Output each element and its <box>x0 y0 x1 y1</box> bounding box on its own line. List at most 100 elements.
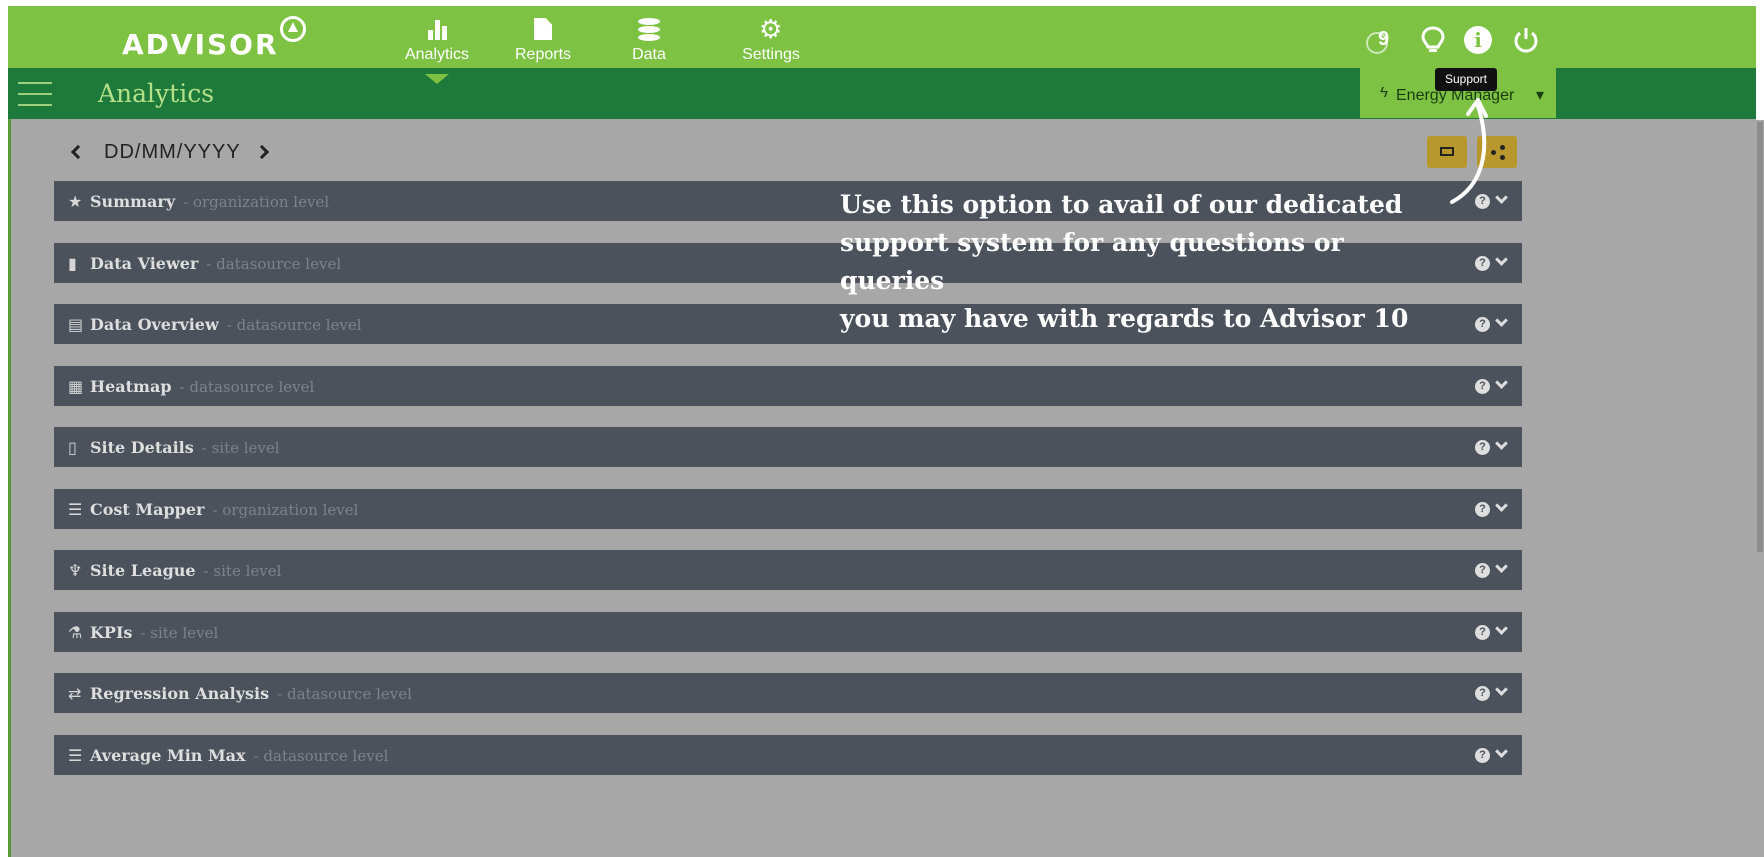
nav-data[interactable]: Data <box>604 14 694 74</box>
logo[interactable]: ADVISOR <box>122 28 279 61</box>
panel-icon: ★ <box>68 192 83 211</box>
panel-site-league[interactable]: ♆ Site League - site level? <box>54 550 1522 590</box>
nav-data-label: Data <box>632 46 666 63</box>
date-prev-button[interactable] <box>69 144 86 160</box>
panel-level: - datasource level <box>179 377 315 396</box>
bar-chart-icon <box>392 14 482 46</box>
date-next-button[interactable] <box>254 144 271 160</box>
panel-title: KPIs - site level <box>90 623 218 642</box>
panel-title-text: Average Min Max <box>90 745 246 765</box>
nav-reports-label: Reports <box>514 46 572 63</box>
help-icon[interactable]: ? <box>1475 440 1490 455</box>
chevron-down-icon[interactable] <box>1495 375 1508 389</box>
chevron-down-icon[interactable] <box>1495 683 1508 696</box>
panel-title: Data Overview - datasource level <box>90 315 362 334</box>
panel-title-text: KPIs <box>90 622 133 642</box>
chevron-down-icon[interactable] <box>1495 252 1508 266</box>
hamburger-menu-icon[interactable] <box>18 80 52 108</box>
nav-settings-label: Settings <box>742 46 800 63</box>
chevron-down-icon[interactable] <box>1495 498 1508 512</box>
panel-level: - site level <box>203 562 282 580</box>
panel-icon: ☰ <box>68 499 83 519</box>
callout-line: Use this option to avail of our dedicate… <box>840 190 1403 219</box>
scrollbar-thumb[interactable] <box>1757 122 1763 552</box>
panel-icon: ☰ <box>68 745 83 765</box>
help-icon[interactable]: ? <box>1475 378 1490 394</box>
bolt-icon: ϟ <box>1380 84 1388 101</box>
panel-kpis[interactable]: ⚗ KPIs - site level? <box>54 611 1522 652</box>
panel-level: - datasource level <box>226 316 362 334</box>
panel-level: - site level <box>201 439 280 457</box>
panel-icon: ♆ <box>68 561 83 580</box>
chevron-right-icon <box>254 144 270 160</box>
panel-icon: ▮ <box>68 253 77 273</box>
nav-settings[interactable]: ⚙ Settings <box>726 14 816 74</box>
panel-title: Site Details - site level <box>90 438 280 457</box>
panel-title: Summary - organization level <box>90 192 329 211</box>
database-icon <box>604 14 694 46</box>
chevron-down-icon[interactable] <box>1495 437 1508 450</box>
nav-analytics-label: Analytics <box>404 46 470 63</box>
panel-title-text: Site League <box>90 561 196 580</box>
panel-title: Average Min Max - datasource level <box>90 746 388 765</box>
nav-reports[interactable]: Reports <box>498 14 588 74</box>
panel-title: Regression Analysis - datasource level <box>90 684 412 703</box>
panel-average-min-max[interactable]: ☰ Average Min Max - datasource level? <box>54 734 1522 775</box>
lightbulb-icon[interactable] <box>1420 26 1446 56</box>
help-icon[interactable]: ? <box>1475 686 1490 701</box>
panel-site-details[interactable]: ▯ Site Details - site level? <box>54 427 1522 467</box>
panel-icon: ▤ <box>68 315 84 334</box>
chevron-down-icon[interactable] <box>1495 314 1508 327</box>
help-icon[interactable]: ? <box>1475 501 1490 517</box>
panel-icon: ▯ <box>68 438 77 457</box>
panel-level: - datasource level <box>253 746 389 765</box>
panel-title-text: Data Viewer <box>90 253 199 273</box>
support-tooltip: Support <box>1435 68 1497 91</box>
callout-line: support system for any questions or quer… <box>840 228 1344 295</box>
panel-title: Site League - site level <box>90 561 281 580</box>
chevron-down-icon[interactable] <box>1495 744 1508 758</box>
notification-count: 9 <box>1378 28 1390 50</box>
callout-line: you may have with regards to Advisor 10 <box>840 304 1409 333</box>
panel-title-text: Site Details <box>90 438 194 457</box>
panel-icon: ⚗ <box>68 622 83 642</box>
help-icon[interactable]: ? <box>1475 624 1490 640</box>
panel-level: - organization level <box>212 500 359 519</box>
panel-heatmap[interactable]: ▦ Heatmap - datasource level? <box>54 365 1522 406</box>
panel-title-text: Data Overview <box>90 315 219 334</box>
logo-mark-icon <box>280 16 306 42</box>
power-icon[interactable] <box>1512 26 1540 54</box>
app-window: ADVISOR Analytics Reports Data ⚙ Setting… <box>8 6 1756 857</box>
file-icon <box>498 14 588 46</box>
panel-title-text: Heatmap <box>90 376 172 396</box>
nav-analytics[interactable]: Analytics <box>392 14 482 84</box>
panel-level: - organization level <box>183 193 330 211</box>
help-icon[interactable]: ? <box>1475 563 1490 578</box>
callout-arrow <box>1450 98 1488 204</box>
chevron-left-icon <box>70 144 86 160</box>
top-navbar: ADVISOR Analytics Reports Data ⚙ Setting… <box>8 6 1756 84</box>
panel-title-text: Summary <box>90 192 176 211</box>
panel-title: Heatmap - datasource level <box>90 377 314 396</box>
panel-cost-mapper[interactable]: ☰ Cost Mapper - organization level? <box>54 488 1522 529</box>
help-icon[interactable]: ? <box>1475 255 1490 271</box>
chevron-down-icon[interactable] <box>1495 621 1508 635</box>
gear-icon: ⚙ <box>759 14 783 44</box>
help-icon[interactable]: ? <box>1475 317 1490 332</box>
panel-title: Cost Mapper - organization level <box>90 500 358 519</box>
date-display[interactable]: DD/MM/YYYY <box>104 141 241 164</box>
support-callout: Use this option to avail of our dedicate… <box>840 186 1450 338</box>
panel-level: - datasource level <box>206 254 342 273</box>
panel-regression-analysis[interactable]: ⇄ Regression Analysis - datasource level? <box>54 673 1522 713</box>
panel-icon: ▦ <box>68 376 84 396</box>
chevron-down-icon[interactable] <box>1495 560 1508 573</box>
panel-level: - site level <box>140 623 219 642</box>
help-icon[interactable]: ? <box>1475 747 1490 763</box>
page-title: Analytics <box>98 79 215 108</box>
support-info-icon[interactable]: i <box>1464 26 1492 54</box>
panel-icon: ⇄ <box>68 684 82 703</box>
panel-title: Data Viewer - datasource level <box>90 254 341 273</box>
panel-level: - datasource level <box>277 685 412 703</box>
panel-title-text: Cost Mapper <box>90 499 205 519</box>
caret-down-icon: ▾ <box>1536 87 1545 104</box>
